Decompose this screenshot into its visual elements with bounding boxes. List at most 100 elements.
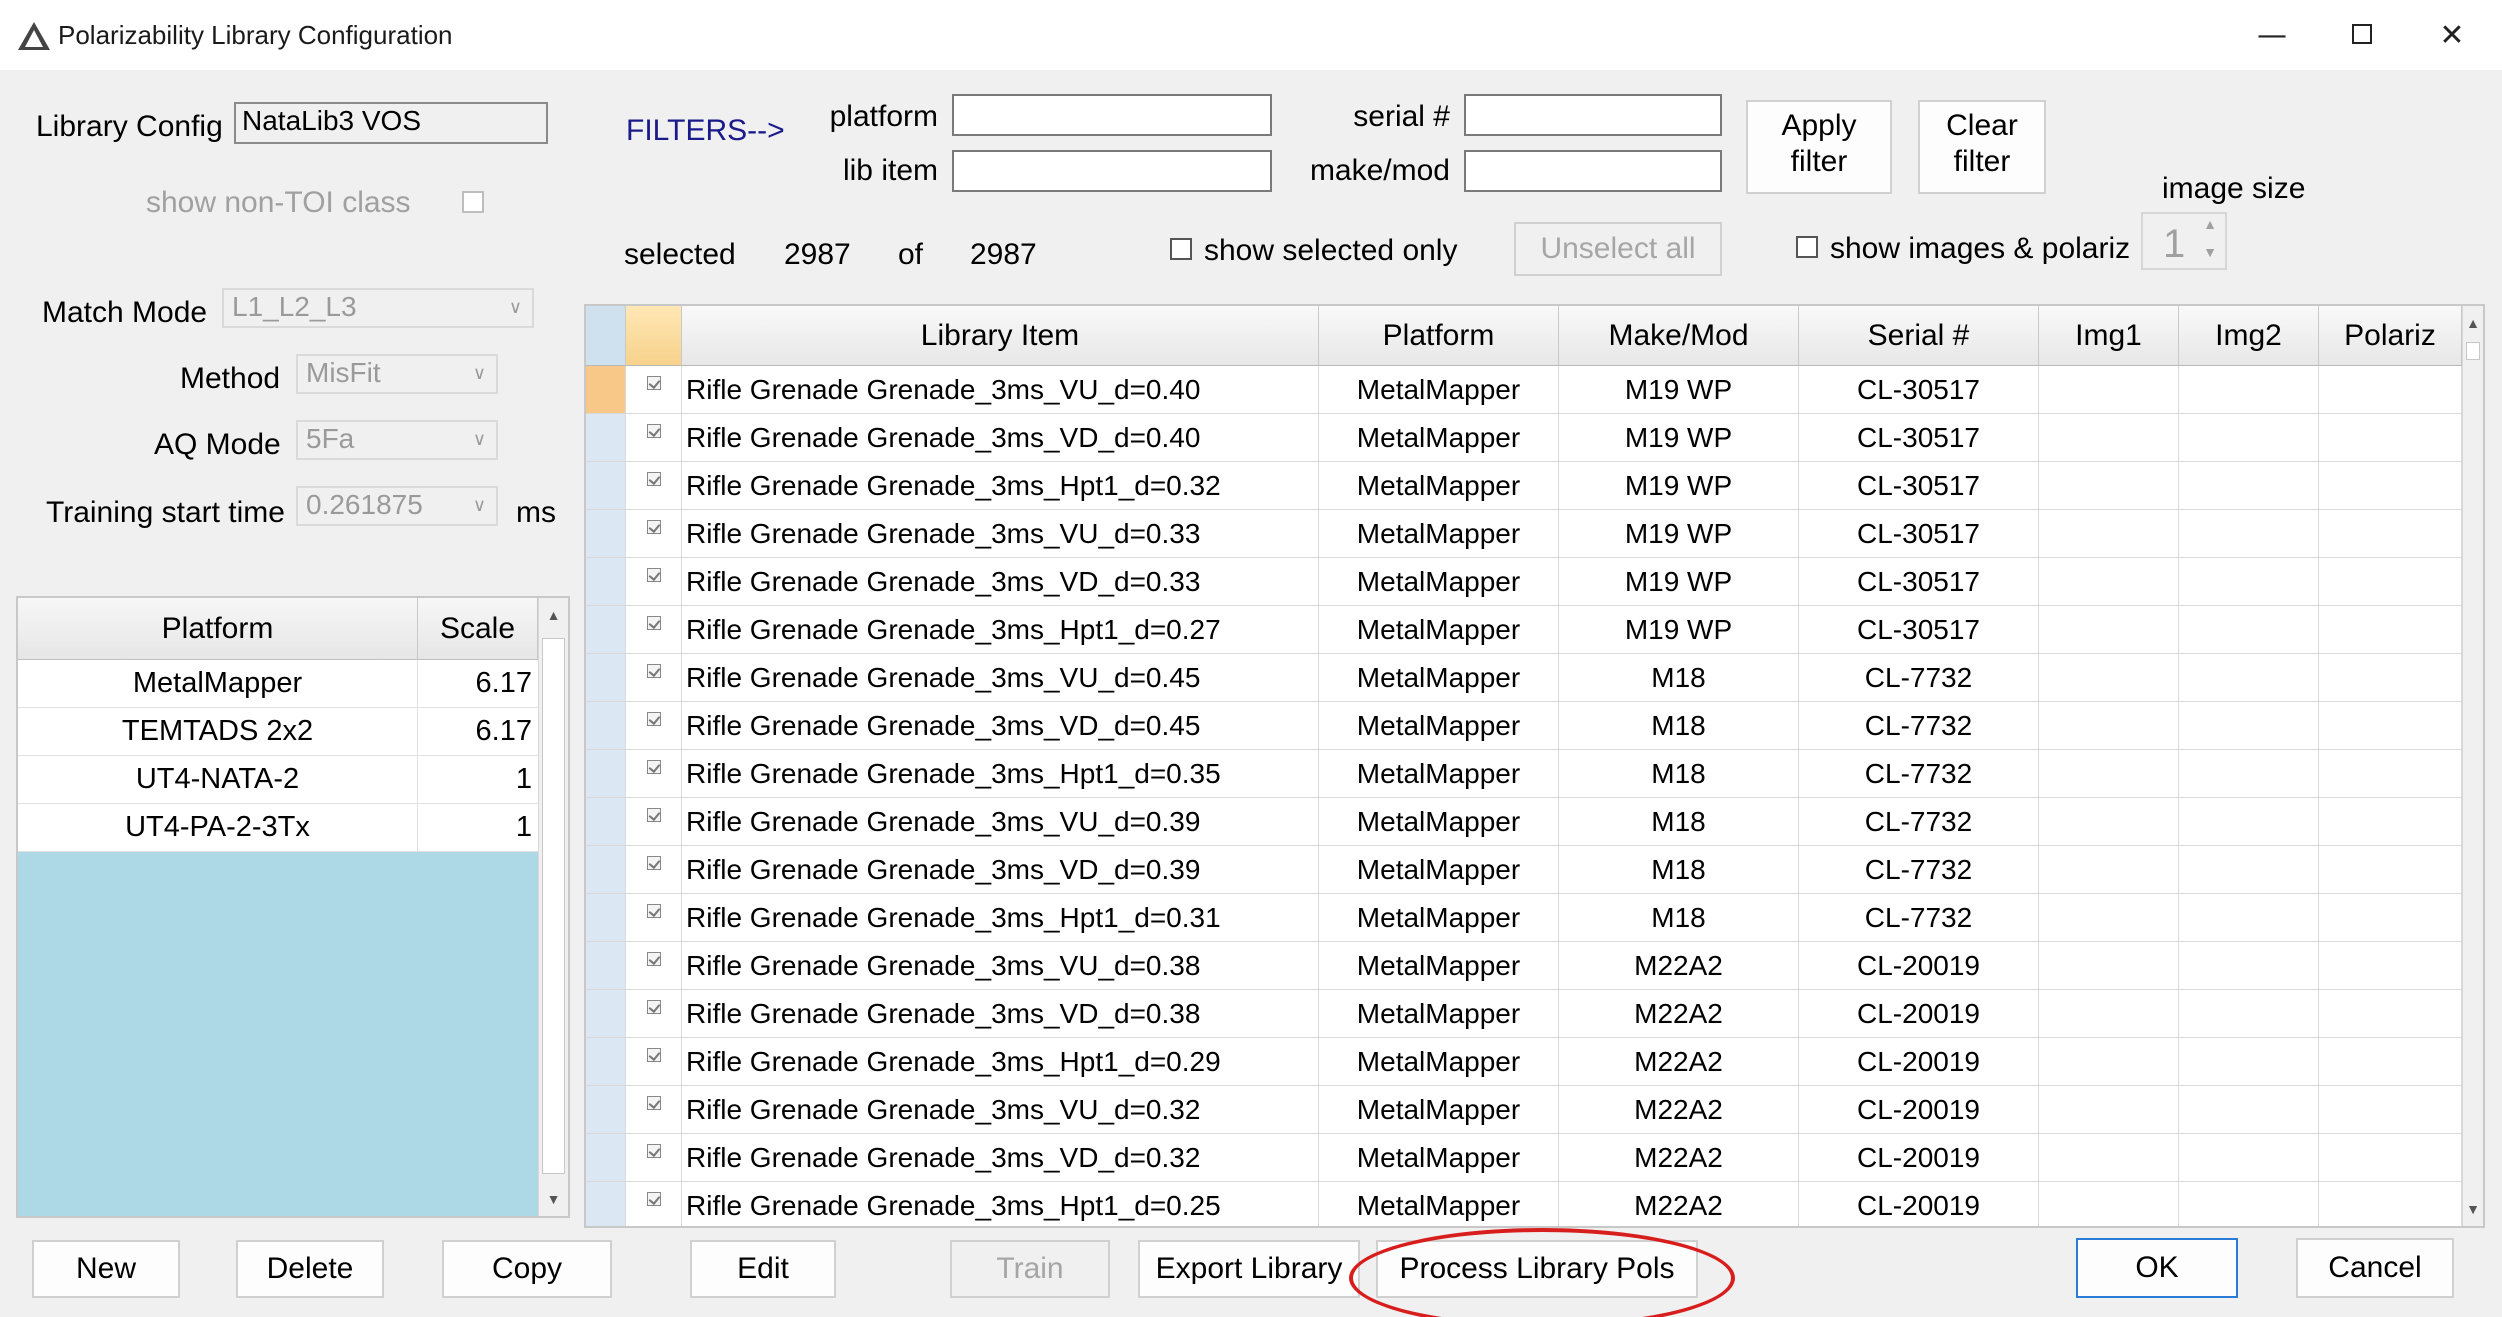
table-row[interactable]: Rifle Grenade Grenade_3ms_VD_d=0.45 Metal… [586, 702, 2462, 750]
show-selected-only-checkbox[interactable] [1170, 238, 1192, 260]
match-mode-select[interactable]: L1_L2_L3 ∨ [222, 288, 534, 328]
copy-button[interactable]: Copy [442, 1240, 612, 1298]
checkmark-icon[interactable] [646, 711, 661, 726]
checkmark-icon[interactable] [646, 375, 661, 390]
checkmark-icon[interactable] [646, 1047, 661, 1062]
checkmark-icon[interactable] [646, 1095, 661, 1110]
scroll-down-icon[interactable]: ▼ [539, 1182, 568, 1216]
scrollbar-thumb[interactable] [542, 638, 565, 1174]
platform-filter-input[interactable] [952, 94, 1272, 136]
unselect-all-button[interactable]: Unselect all [1514, 222, 1722, 276]
checkmark-icon[interactable] [646, 567, 661, 582]
platform-column-header[interactable]: Platform [18, 598, 418, 660]
table-row[interactable]: Rifle Grenade Grenade_3ms_Hpt1_d=0.31 Met… [586, 894, 2462, 942]
table-row[interactable]: TEMTADS 2x2 6.17 [18, 708, 538, 756]
close-button[interactable]: ✕ [2422, 14, 2482, 58]
checkmark-icon[interactable] [646, 951, 661, 966]
checkmark-icon[interactable] [646, 663, 661, 678]
show-non-toi-checkbox[interactable] [462, 191, 484, 213]
scroll-up-icon[interactable]: ▲ [2463, 306, 2483, 340]
row-checkbox[interactable] [626, 366, 682, 414]
scroll-up-icon[interactable]: ▲ [539, 598, 568, 632]
table-row[interactable]: Rifle Grenade Grenade_3ms_VU_d=0.40 Metal… [586, 366, 2462, 414]
spinner-down-icon[interactable]: ▼ [2203, 244, 2217, 260]
checkmark-icon[interactable] [646, 471, 661, 486]
row-checkbox[interactable] [626, 606, 682, 654]
scale-cell[interactable]: 1 [418, 804, 538, 852]
row-checkbox[interactable] [626, 990, 682, 1038]
minimize-button[interactable]: — [2242, 14, 2302, 58]
table-row[interactable]: Rifle Grenade Grenade_3ms_VD_d=0.38 Metal… [586, 990, 2462, 1038]
make-mod-filter-input[interactable] [1464, 150, 1722, 192]
checkbox-column-header[interactable] [626, 306, 682, 366]
library-config-field[interactable]: NataLib3 VOS [234, 102, 548, 144]
table-row[interactable]: Rifle Grenade Grenade_3ms_VD_d=0.40 Metal… [586, 414, 2462, 462]
checkmark-icon[interactable] [646, 903, 661, 918]
scrollbar-thumb[interactable] [2466, 342, 2480, 360]
table-row[interactable]: Rifle Grenade Grenade_3ms_Hpt1_d=0.35 Met… [586, 750, 2462, 798]
method-select[interactable]: MisFit ∨ [296, 354, 498, 394]
table-row[interactable]: Rifle Grenade Grenade_3ms_Hpt1_d=0.27 Met… [586, 606, 2462, 654]
row-checkbox[interactable] [626, 1038, 682, 1086]
checkmark-icon[interactable] [646, 999, 661, 1014]
row-checkbox[interactable] [626, 846, 682, 894]
checkmark-icon[interactable] [646, 807, 661, 822]
library-items-table[interactable]: Library Item Platform Make/Mod Serial # … [584, 304, 2485, 1228]
table-row[interactable]: Rifle Grenade Grenade_3ms_Hpt1_d=0.29 Met… [586, 1038, 2462, 1086]
serial-filter-input[interactable] [1464, 94, 1722, 136]
table-row[interactable]: Rifle Grenade Grenade_3ms_VU_d=0.45 Metal… [586, 654, 2462, 702]
lib-item-filter-input[interactable] [952, 150, 1272, 192]
row-checkbox[interactable] [626, 798, 682, 846]
table-row[interactable]: Rifle Grenade Grenade_3ms_Hpt1_d=0.25 Met… [586, 1182, 2462, 1226]
checkmark-icon[interactable] [646, 759, 661, 774]
table-row[interactable]: UT4-NATA-2 1 [18, 756, 538, 804]
serial-column-header[interactable]: Serial # [1799, 306, 2039, 366]
checkmark-icon[interactable] [646, 423, 661, 438]
train-button[interactable]: Train [950, 1240, 1110, 1298]
platform-table-scrollbar[interactable]: ▲ ▼ [538, 598, 568, 1216]
checkmark-icon[interactable] [646, 615, 661, 630]
scale-cell[interactable]: 1 [418, 756, 538, 804]
table-row[interactable]: Rifle Grenade Grenade_3ms_VD_d=0.39 Metal… [586, 846, 2462, 894]
show-images-checkbox[interactable] [1796, 236, 1818, 258]
checkmark-icon[interactable] [646, 519, 661, 534]
table-row[interactable]: Rifle Grenade Grenade_3ms_VD_d=0.32 Metal… [586, 1134, 2462, 1182]
row-checkbox[interactable] [626, 558, 682, 606]
row-checkbox[interactable] [626, 510, 682, 558]
new-button[interactable]: New [32, 1240, 180, 1298]
library-table-scrollbar[interactable]: ▲ ▼ [2462, 306, 2483, 1226]
maximize-button[interactable] [2332, 14, 2392, 58]
ok-button[interactable]: OK [2076, 1238, 2238, 1298]
make-mod-column-header[interactable]: Make/Mod [1559, 306, 1799, 366]
row-checkbox[interactable] [626, 942, 682, 990]
row-checkbox[interactable] [626, 894, 682, 942]
row-checkbox[interactable] [626, 414, 682, 462]
library-item-column-header[interactable]: Library Item [682, 306, 1319, 366]
img2-column-header[interactable]: Img2 [2179, 306, 2319, 366]
table-row[interactable]: Rifle Grenade Grenade_3ms_VU_d=0.39 Metal… [586, 798, 2462, 846]
platform-scale-table[interactable]: Platform Scale MetalMapper 6.17 TEMTADS 2x… [16, 596, 570, 1218]
delete-button[interactable]: Delete [236, 1240, 384, 1298]
scale-column-header[interactable]: Scale [418, 598, 538, 660]
table-row[interactable]: Rifle Grenade Grenade_3ms_VD_d=0.33 Metal… [586, 558, 2462, 606]
table-row[interactable]: Rifle Grenade Grenade_3ms_Hpt1_d=0.32 Met… [586, 462, 2462, 510]
checkmark-icon[interactable] [646, 1191, 661, 1206]
scale-cell[interactable]: 6.17 [418, 660, 538, 708]
checkmark-icon[interactable] [646, 1143, 661, 1158]
scale-cell[interactable]: 6.17 [418, 708, 538, 756]
spinner-up-icon[interactable]: ▲ [2203, 216, 2217, 232]
export-library-button[interactable]: Export Library [1138, 1240, 1360, 1298]
row-checkbox[interactable] [626, 462, 682, 510]
apply-filter-button[interactable]: Apply filter [1746, 100, 1892, 194]
table-row[interactable]: MetalMapper 6.17 [18, 660, 538, 708]
row-checkbox[interactable] [626, 702, 682, 750]
table-row[interactable]: Rifle Grenade Grenade_3ms_VU_d=0.33 Metal… [586, 510, 2462, 558]
polariz-column-header[interactable]: Polariz [2319, 306, 2462, 366]
table-row[interactable]: UT4-PA-2-3Tx 1 [18, 804, 538, 852]
scroll-down-icon[interactable]: ▼ [2463, 1192, 2483, 1226]
row-checkbox[interactable] [626, 1086, 682, 1134]
checkmark-icon[interactable] [646, 855, 661, 870]
row-checkbox[interactable] [626, 750, 682, 798]
edit-button[interactable]: Edit [690, 1240, 836, 1298]
table-row[interactable]: Rifle Grenade Grenade_3ms_VU_d=0.38 Metal… [586, 942, 2462, 990]
